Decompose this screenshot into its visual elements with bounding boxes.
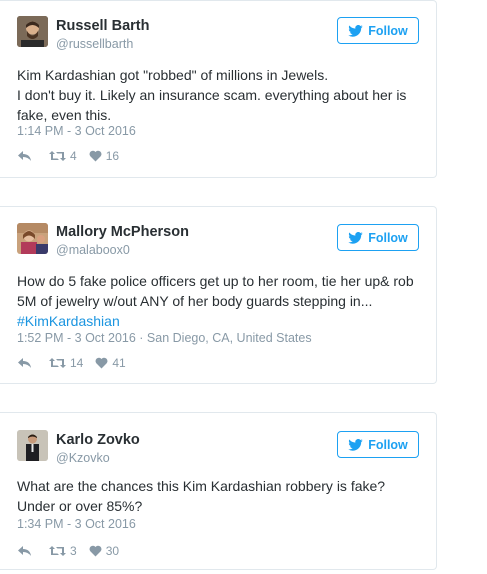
person-photo-icon — [17, 223, 48, 254]
user-handle[interactable]: @malaboox0 — [56, 243, 130, 257]
like-button[interactable]: 30 — [89, 544, 119, 558]
like-count: 41 — [112, 356, 126, 370]
avatar[interactable] — [17, 223, 48, 254]
reply-button[interactable] — [17, 357, 32, 369]
person-photo-icon — [17, 16, 48, 47]
retweet-icon — [49, 546, 66, 556]
retweet-count: 3 — [70, 544, 77, 558]
tweet-actions: 14 41 — [17, 355, 126, 371]
follow-label: Follow — [368, 437, 408, 452]
tweet-text: Kim Kardashian got "robbed" of millions … — [17, 65, 422, 125]
tweet-line: 5M of jewelry w/out ANY of her body guar… — [17, 293, 373, 309]
tweet-line: fake, even this. — [17, 107, 112, 123]
user-handle[interactable]: @russellbarth — [56, 37, 133, 51]
timestamp[interactable]: 1:52 PM - 3 Oct 2016 · San Diego, CA, Un… — [17, 331, 312, 345]
heart-icon — [89, 150, 102, 162]
reply-button[interactable] — [17, 150, 32, 162]
avatar[interactable] — [17, 430, 48, 461]
reply-icon — [18, 151, 31, 161]
tweet-actions: 4 16 — [17, 148, 119, 164]
retweet-button[interactable]: 14 — [49, 356, 83, 370]
like-button[interactable]: 16 — [89, 149, 119, 163]
tweet-text: How do 5 fake police officers get up to … — [17, 271, 422, 331]
hashtag-link[interactable]: #KimKardashian — [17, 311, 422, 331]
timestamp[interactable]: 1:14 PM - 3 Oct 2016 — [17, 124, 136, 138]
follow-button[interactable]: Follow — [337, 17, 419, 44]
tweet-card: Russell Barth @russellbarth Follow Kim K… — [0, 0, 437, 178]
tweet-card: Karlo Zovko @Kzovko Follow What are the … — [0, 412, 437, 570]
tweet-text: What are the chances this Kim Kardashian… — [17, 476, 422, 516]
retweet-button[interactable]: 3 — [49, 544, 77, 558]
user-handle[interactable]: @Kzovko — [56, 451, 110, 465]
twitter-bird-icon — [348, 438, 363, 451]
display-name[interactable]: Russell Barth — [56, 18, 149, 34]
heart-icon — [89, 545, 102, 557]
person-photo-icon — [17, 430, 48, 461]
reply-icon — [18, 358, 31, 368]
retweet-count: 4 — [70, 149, 77, 163]
tweet-card: Mallory McPherson @malaboox0 Follow How … — [0, 206, 437, 384]
follow-button[interactable]: Follow — [337, 224, 419, 251]
like-count: 30 — [105, 544, 120, 558]
display-name[interactable]: Karlo Zovko — [56, 432, 140, 448]
heart-icon — [95, 357, 108, 369]
follow-button[interactable]: Follow — [337, 431, 419, 458]
display-name[interactable]: Mallory McPherson — [56, 224, 189, 240]
follow-label: Follow — [368, 230, 408, 245]
retweet-icon — [49, 358, 66, 368]
reply-button[interactable] — [17, 545, 32, 557]
twitter-bird-icon — [348, 231, 363, 244]
retweet-count: 14 — [70, 356, 84, 370]
tweet-line: I don't buy it. Likely an insurance scam… — [17, 87, 407, 103]
follow-label: Follow — [368, 23, 408, 38]
tweet-line: What are the chances this Kim Kardashian… — [17, 478, 386, 494]
timestamp[interactable]: 1:34 PM - 3 Oct 2016 — [17, 517, 136, 531]
tweet-line: Under or over 85%? — [17, 498, 143, 514]
tweet-line: How do 5 fake police officers get up to … — [17, 273, 414, 289]
like-button[interactable]: 41 — [95, 356, 126, 370]
retweet-icon — [49, 151, 66, 161]
like-count: 16 — [105, 149, 120, 163]
tweet-actions: 3 30 — [17, 543, 119, 559]
reply-icon — [18, 546, 31, 556]
tweet-line: Kim Kardashian got "robbed" of millions … — [17, 67, 329, 83]
avatar[interactable] — [17, 16, 48, 47]
retweet-button[interactable]: 4 — [49, 149, 77, 163]
twitter-bird-icon — [348, 24, 363, 37]
